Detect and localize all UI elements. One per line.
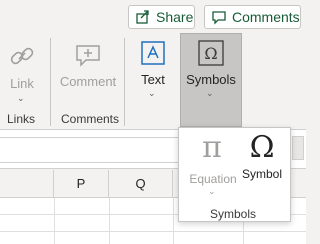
equation-icon: π bbox=[202, 130, 222, 165]
comment-icon bbox=[211, 9, 227, 25]
link-icon bbox=[8, 42, 36, 70]
scrollbar[interactable] bbox=[292, 136, 304, 160]
symbols-button-label: Symbols bbox=[186, 72, 236, 87]
link-button-label[interactable]: Link bbox=[6, 76, 38, 91]
group-divider bbox=[50, 38, 51, 126]
svg-text:Ω: Ω bbox=[204, 44, 217, 63]
new-comment-icon bbox=[73, 40, 103, 70]
chevron-down-icon: ⌄ bbox=[148, 88, 156, 98]
comments-label: Comments bbox=[232, 9, 300, 25]
omega-icon: Ω bbox=[198, 40, 224, 66]
chevron-down-icon: ⌄ bbox=[17, 93, 25, 103]
comments-button[interactable]: Comments bbox=[204, 5, 301, 29]
symbol-icon: Ω bbox=[249, 130, 275, 165]
chevron-down-icon: ⌄ bbox=[208, 186, 216, 196]
share-icon bbox=[135, 9, 151, 25]
equation-button-label[interactable]: Equation bbox=[186, 172, 240, 186]
formula-input[interactable] bbox=[0, 137, 200, 163]
grid-line bbox=[0, 231, 306, 232]
grid-line bbox=[173, 198, 174, 244]
text-box-icon bbox=[140, 40, 166, 66]
share-button[interactable]: Share bbox=[128, 5, 195, 29]
symbol-button-label[interactable]: Symbol bbox=[238, 167, 286, 181]
grid-line bbox=[54, 198, 55, 244]
group-divider bbox=[124, 38, 125, 126]
comments-group-label: Comments bbox=[61, 112, 120, 126]
comment-button-label[interactable]: Comment bbox=[58, 74, 118, 89]
grid-line bbox=[109, 198, 110, 244]
chevron-down-icon: ⌄ bbox=[206, 88, 214, 98]
symbols-group-label: Symbols bbox=[210, 207, 257, 221]
share-label: Share bbox=[156, 9, 194, 25]
column-header-q[interactable]: Q bbox=[109, 170, 173, 198]
column-header-p[interactable]: P bbox=[54, 170, 109, 198]
links-group-label: Links bbox=[7, 112, 36, 126]
column-header-blank[interactable] bbox=[0, 170, 54, 198]
text-button-label[interactable]: Text bbox=[136, 72, 170, 87]
